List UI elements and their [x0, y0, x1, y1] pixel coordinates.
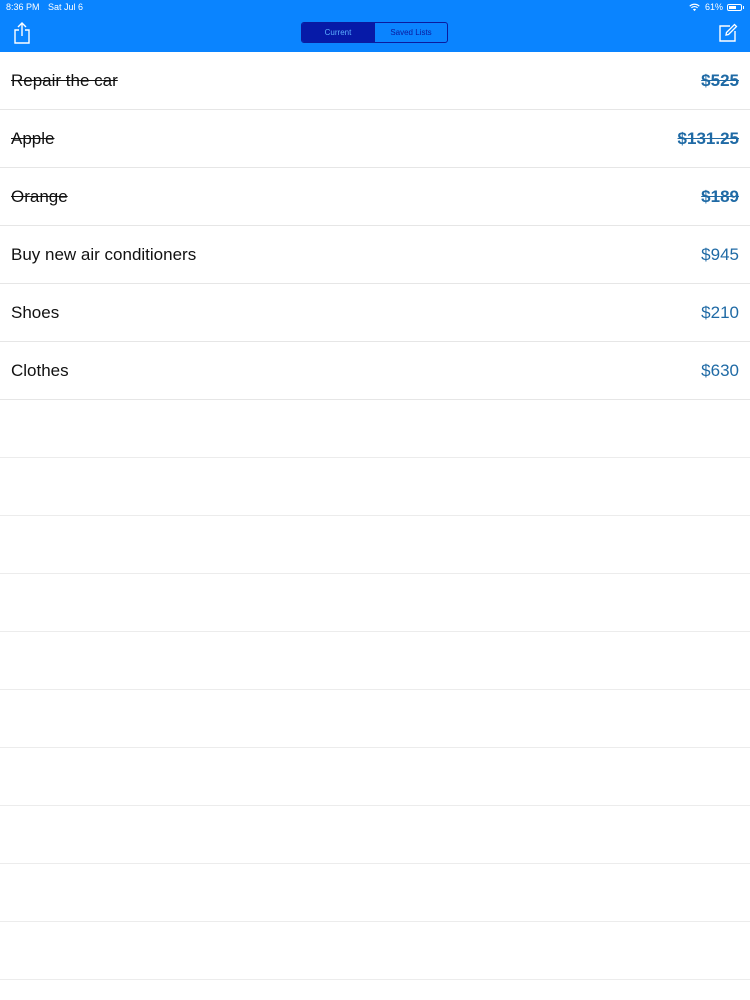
empty-row: [0, 574, 750, 632]
item-price: $630: [701, 361, 739, 380]
empty-row: [0, 922, 750, 980]
battery-level: [729, 6, 736, 9]
item-name: Orange: [11, 187, 68, 206]
item-name: Repair the car: [11, 71, 118, 90]
list-item[interactable]: Orange $189: [0, 168, 750, 226]
empty-row: [0, 748, 750, 806]
list-segmented-control[interactable]: Current Saved Lists: [301, 22, 448, 43]
empty-row: [0, 458, 750, 516]
item-name: Buy new air conditioners: [11, 245, 197, 264]
battery-icon: [727, 4, 744, 11]
compose-icon: [719, 23, 738, 42]
empty-row: [0, 632, 750, 690]
empty-row: [0, 806, 750, 864]
list-item[interactable]: Buy new air conditioners $945: [0, 226, 750, 284]
item-name: Apple: [11, 129, 55, 148]
empty-row: [0, 400, 750, 458]
status-date: Sat Jul 6: [48, 2, 84, 12]
navigation-bar: 8:36 PM Sat Jul 6 61% Current Saved List…: [0, 0, 750, 52]
share-button[interactable]: [12, 22, 32, 44]
item-price: $525: [701, 71, 739, 90]
item-name: Shoes: [11, 303, 60, 322]
segment-current[interactable]: Current: [302, 23, 374, 42]
wifi-icon: [689, 3, 700, 12]
item-price: $131.25: [677, 129, 739, 148]
compose-button[interactable]: [718, 23, 738, 43]
app-screen: 8:36 PM Sat Jul 6 61% Current Saved List…: [0, 0, 750, 1000]
empty-row: [0, 864, 750, 922]
battery-percentage: 61%: [704, 2, 723, 12]
status-indicators: 61%: [689, 0, 744, 15]
list-item[interactable]: Shoes $210: [0, 284, 750, 342]
item-price: $945: [701, 245, 739, 264]
status-time: 8:36 PM: [6, 2, 40, 12]
segment-saved-lists[interactable]: Saved Lists: [374, 23, 447, 42]
list-item[interactable]: Apple $131.25: [0, 110, 750, 168]
list-item[interactable]: Clothes $630: [0, 342, 750, 400]
item-price: $210: [701, 303, 739, 322]
empty-row: [0, 690, 750, 748]
status-bar: 8:36 PM Sat Jul 6 61%: [0, 0, 750, 15]
empty-row: [0, 516, 750, 574]
item-name: Clothes: [11, 361, 69, 380]
list-item[interactable]: Repair the car $525: [0, 52, 750, 110]
shopping-list: Repair the car $525 Apple $131.25 Orange…: [0, 52, 750, 980]
item-price: $189: [701, 187, 739, 206]
share-icon: [14, 22, 30, 44]
